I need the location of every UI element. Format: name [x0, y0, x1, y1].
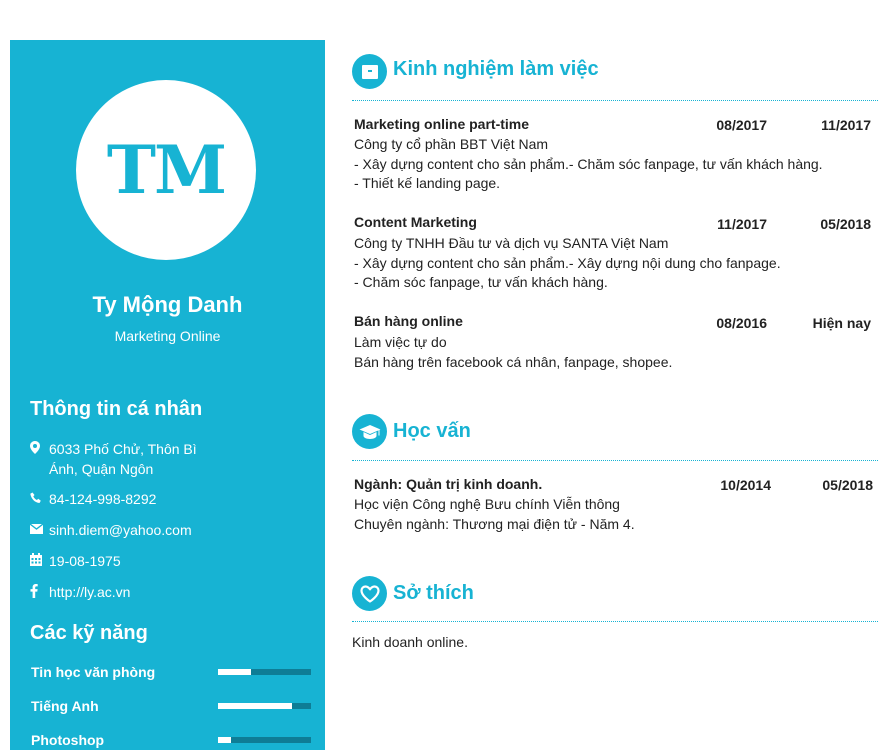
skills-heading: Các kỹ năng	[30, 622, 148, 644]
phone-icon	[30, 489, 49, 505]
map-pin-icon	[30, 439, 49, 455]
education-divider	[352, 460, 878, 461]
personal-info-heading: Thông tin cá nhân	[30, 398, 203, 420]
job-title: Marketing online part-time	[354, 116, 530, 132]
job-company: Làm việc tự do	[354, 334, 447, 350]
contact-website: http://ly.ac.vn	[30, 582, 209, 602]
education-end-date: 05/2018	[822, 477, 873, 493]
job-end-date: 05/2018	[820, 216, 871, 232]
skill-label: Tiếng Anh	[31, 698, 99, 714]
education-start-date: 10/2014	[720, 477, 771, 493]
profile-role: Marketing Online	[114, 328, 221, 344]
education-title: Ngành: Quản trị kinh doanh.	[354, 476, 543, 492]
job-start-date: 08/2016	[716, 315, 767, 331]
skill-bar	[218, 669, 311, 675]
job-start-date: 11/2017	[717, 216, 767, 232]
skill-row: Tin học văn phòng	[31, 662, 311, 682]
birthday-text: 19-08-1975	[49, 553, 121, 569]
job-end-date: 11/2017	[821, 117, 871, 133]
job-start-date: 08/2017	[716, 117, 767, 133]
experience-heading: Kinh nghiệm làm việc	[393, 58, 599, 80]
hobbies-text: Kinh doanh online.	[352, 634, 468, 650]
skill-row: Photoshop	[31, 730, 311, 750]
briefcase-icon	[352, 54, 387, 89]
email-text[interactable]: sinh.diem@yahoo.com	[49, 520, 209, 540]
envelope-icon	[30, 520, 49, 536]
education-school: Học viện Công nghệ Bưu chính Viễn thông	[354, 496, 620, 512]
experience-divider	[352, 100, 878, 101]
sidebar: TM Ty Mộng Danh Marketing Online Thông t…	[10, 40, 325, 750]
phone-text: 84-124-998-8292	[49, 491, 157, 507]
education-detail: Chuyên ngành: Thương mại điện tử - Năm 4…	[354, 516, 635, 532]
calendar-icon	[30, 551, 49, 567]
contact-email: sinh.diem@yahoo.com	[30, 520, 209, 540]
skill-fill	[218, 669, 251, 675]
job-title: Bán hàng online	[354, 313, 463, 329]
skill-bar	[218, 703, 311, 709]
job-description: - Chăm sóc fanpage, tư vấn khách hàng.	[354, 274, 608, 290]
graduation-cap-icon	[352, 414, 387, 449]
skill-fill	[218, 737, 232, 743]
skill-row: Tiếng Anh	[31, 696, 311, 716]
contact-address: 6033 Phố Chử, Thôn Bì Ánh, Quận Ngôn	[30, 439, 209, 479]
avatar: TM	[76, 80, 256, 260]
website-link[interactable]: http://ly.ac.vn	[49, 582, 209, 602]
job-end-date: Hiện nay	[812, 315, 871, 331]
hobbies-divider	[352, 621, 878, 622]
address-text: 6033 Phố Chử, Thôn Bì Ánh, Quận Ngôn	[49, 441, 197, 477]
job-description: - Xây dựng content cho sản phẩm.- Chăm s…	[354, 156, 823, 172]
education-heading: Học vấn	[393, 420, 471, 442]
skill-label: Photoshop	[31, 732, 105, 748]
hobbies-heading: Sở thích	[393, 582, 474, 604]
profile-name: Ty Mộng Danh	[92, 292, 243, 317]
skill-fill	[218, 703, 293, 709]
job-description: Bán hàng trên facebook cá nhân, fanpage,…	[354, 354, 673, 370]
job-description: - Thiết kế landing page.	[354, 175, 501, 191]
facebook-icon	[30, 582, 49, 598]
job-description: - Xây dựng content cho sản phẩm.- Xây dự…	[354, 255, 781, 271]
job-title: Content Marketing	[354, 214, 477, 230]
skill-bar	[218, 737, 311, 743]
contact-birthday: 19-08-1975	[30, 551, 209, 571]
skill-label: Tin học văn phòng	[31, 664, 156, 680]
contact-phone: 84-124-998-8292	[30, 489, 209, 509]
job-company: Công ty cổ phần BBT Việt Nam	[354, 136, 549, 152]
heart-icon	[352, 576, 387, 611]
job-company: Công ty TNHH Đầu tư và dịch vụ SANTA Việ…	[354, 235, 669, 251]
